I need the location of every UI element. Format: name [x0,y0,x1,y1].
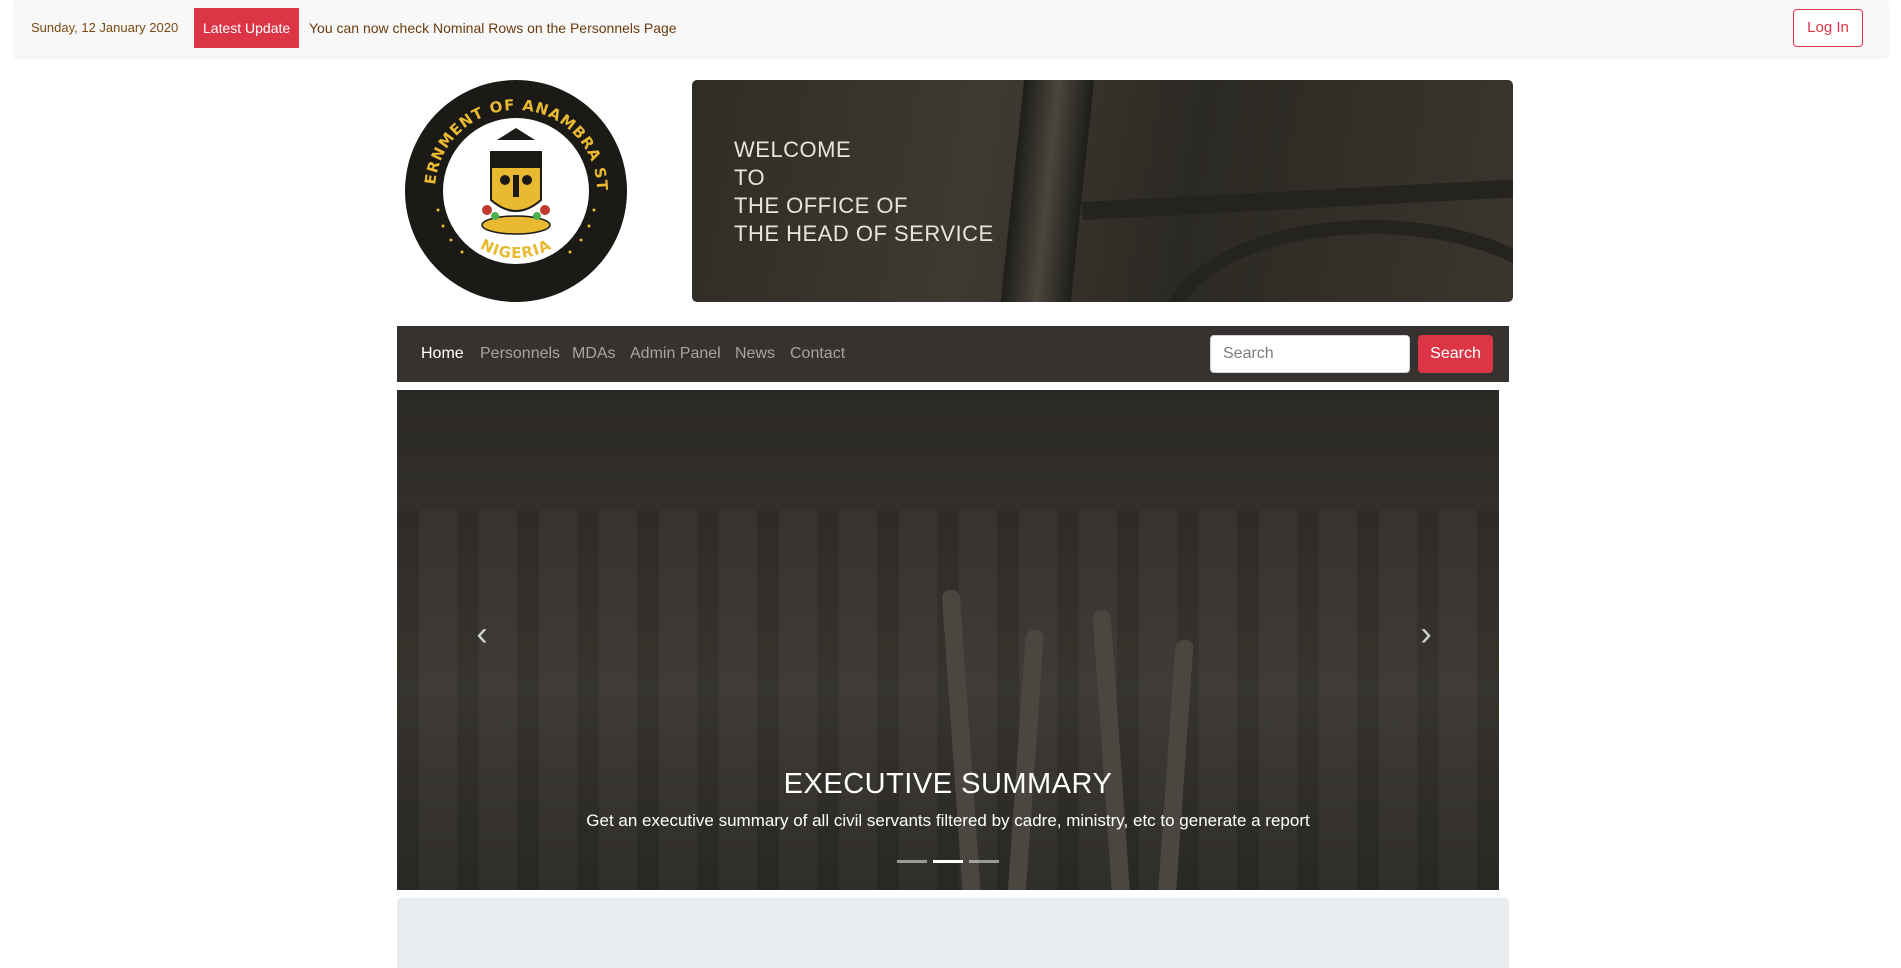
welcome-banner: WELCOME TO THE OFFICE OF THE HEAD OF SER… [692,80,1513,302]
nav-item-personnels[interactable]: Personnels [480,345,560,363]
nav-item-news[interactable]: News [735,345,775,363]
welcome-line: THE OFFICE OF [734,193,908,218]
banner-ramp-image [1162,220,1513,302]
state-seal-logo[interactable]: GOVERNMENT OF ANAMBRA STATE NIGERIA [405,80,627,302]
main-navbar: Home Personnels MDAs Admin Panel News Co… [397,326,1509,382]
carousel-caption-text: Get an executive summary of all civil se… [586,811,1310,830]
welcome-line: WELCOME [734,137,852,162]
content-jumbotron [397,898,1509,968]
carousel-background-image [397,510,1499,890]
welcome-text: WELCOME TO THE OFFICE OF THE HEAD OF SER… [734,136,994,248]
carousel-indicator[interactable] [897,860,927,863]
banner-crossroad-image [1081,177,1513,221]
image-carousel: ‹ › EXECUTIVE SUMMARY Get an executive s… [397,390,1499,890]
carousel-indicator-active[interactable] [933,860,963,863]
nav-item-contact[interactable]: Contact [790,345,845,363]
latest-update-badge: Latest Update [194,8,300,48]
seal-svg: GOVERNMENT OF ANAMBRA STATE NIGERIA [405,80,610,264]
nav-item-mdas[interactable]: MDAs [572,345,616,363]
welcome-line: THE HEAD OF SERVICE [734,221,994,246]
top-bar: Sunday, 12 January 2020 Latest Update Yo… [14,0,1888,56]
carousel-indicators [397,860,1499,863]
carousel-caption-title: EXECUTIVE SUMMARY [783,768,1113,800]
news-ticker[interactable]: You can now check Nominal Rows on the Pe… [309,20,677,36]
search-button[interactable]: Search [1418,335,1493,373]
carousel-indicator[interactable] [969,860,999,863]
carousel-next-icon[interactable]: › [1406,615,1446,665]
carousel-prev-icon[interactable]: ‹ [462,615,502,665]
welcome-line: TO [734,165,766,190]
current-date: Sunday, 12 January 2020 [31,20,179,35]
login-button[interactable]: Log In [1793,9,1863,47]
nav-item-home[interactable]: Home [421,345,464,363]
banner-road-image [997,80,1097,302]
nav-item-admin-panel[interactable]: Admin Panel [630,345,721,363]
search-input[interactable] [1210,335,1410,373]
